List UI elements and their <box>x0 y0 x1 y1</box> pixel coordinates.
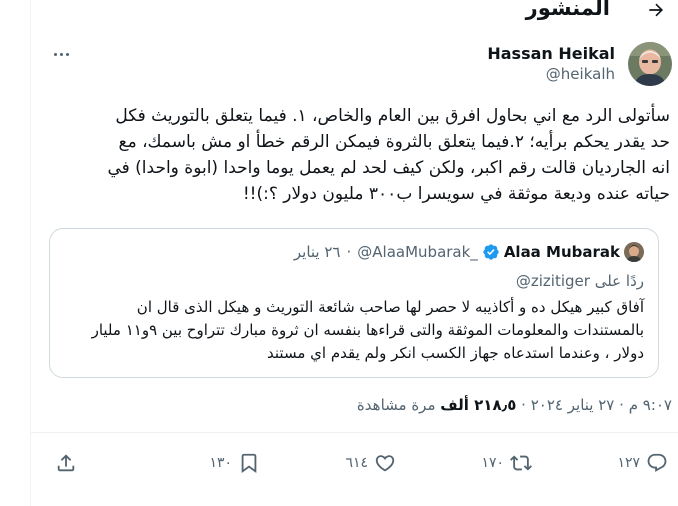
tweet-actions: ١٢٧ ١٧٠ ٦١٤ ١٣٠ <box>31 446 678 480</box>
quoted-reply-context: ردًا على @zizitiger <box>516 272 644 290</box>
meta-separator: · <box>619 396 624 414</box>
verified-badge-icon <box>483 244 499 260</box>
meta-separator: · <box>521 396 526 414</box>
views-count: ٢١٨٫٥ ألف <box>440 396 517 414</box>
reply-button[interactable]: ١٢٧ <box>617 446 668 480</box>
reply-count: ١٢٧ <box>617 455 640 471</box>
author-names: Hassan Heikal @heikalh <box>487 44 615 84</box>
quoted-avatar <box>624 242 644 262</box>
like-count: ٦١٤ <box>345 455 368 471</box>
bookmark-icon <box>241 453 257 474</box>
like-button[interactable]: ٦١٤ <box>345 446 396 480</box>
avatar[interactable] <box>628 42 672 86</box>
quoted-tweet-header: Alaa Mubarak @AlaaMubarak_ · ٢٦ يناير <box>294 242 644 262</box>
reply-prefix: ردًا على <box>594 272 644 290</box>
retweet-icon <box>510 455 532 471</box>
author-name[interactable]: Hassan Heikal <box>487 44 615 64</box>
quoted-date: ٢٦ يناير <box>293 243 341 261</box>
heart-icon <box>375 455 395 472</box>
tweet-time[interactable]: ٩:٠٧ م <box>629 396 672 414</box>
quoted-author-name: Alaa Mubarak <box>503 243 620 261</box>
reply-to-link[interactable]: @zizitiger <box>516 272 590 290</box>
quoted-separator: · <box>346 243 352 261</box>
reply-icon <box>647 453 667 472</box>
arrow-left-icon <box>649 3 663 17</box>
tweet-author: Hassan Heikal @heikalh <box>31 40 678 90</box>
retweet-button[interactable]: ١٧٠ <box>481 446 532 480</box>
page-title: المنشور <box>525 0 610 20</box>
quoted-author-handle: @AlaaMubarak_ <box>357 243 478 261</box>
tweet-date[interactable]: ٢٧ يناير ٢٠٢٤ <box>531 396 615 414</box>
share-icon <box>57 454 75 472</box>
tweet-meta: ٩:٠٧ م · ٢٧ يناير ٢٠٢٤ · ٢١٨٫٥ ألف مرة م… <box>357 396 672 414</box>
bookmark-count: ١٣٠ <box>209 455 232 471</box>
bookmark-button[interactable]: ١٣٠ <box>209 446 260 480</box>
page-header: المنشور <box>31 0 678 26</box>
back-button[interactable] <box>644 0 668 22</box>
divider <box>31 432 678 433</box>
share-button[interactable] <box>55 446 77 480</box>
author-handle[interactable]: @heikalh <box>487 64 615 84</box>
more-options-icon[interactable] <box>51 48 71 60</box>
quoted-tweet[interactable]: Alaa Mubarak @AlaaMubarak_ · ٢٦ يناير رد… <box>49 228 659 378</box>
retweet-count: ١٧٠ <box>481 455 504 471</box>
quoted-tweet-text: آفاق كبير هيكل ده و أكاذيبه لا حصر لها ص… <box>91 298 644 362</box>
tweet-text: سأتولى الرد مع اني بحاول افرق بين العام … <box>107 106 670 204</box>
views-label: مرة مشاهدة <box>356 396 436 414</box>
